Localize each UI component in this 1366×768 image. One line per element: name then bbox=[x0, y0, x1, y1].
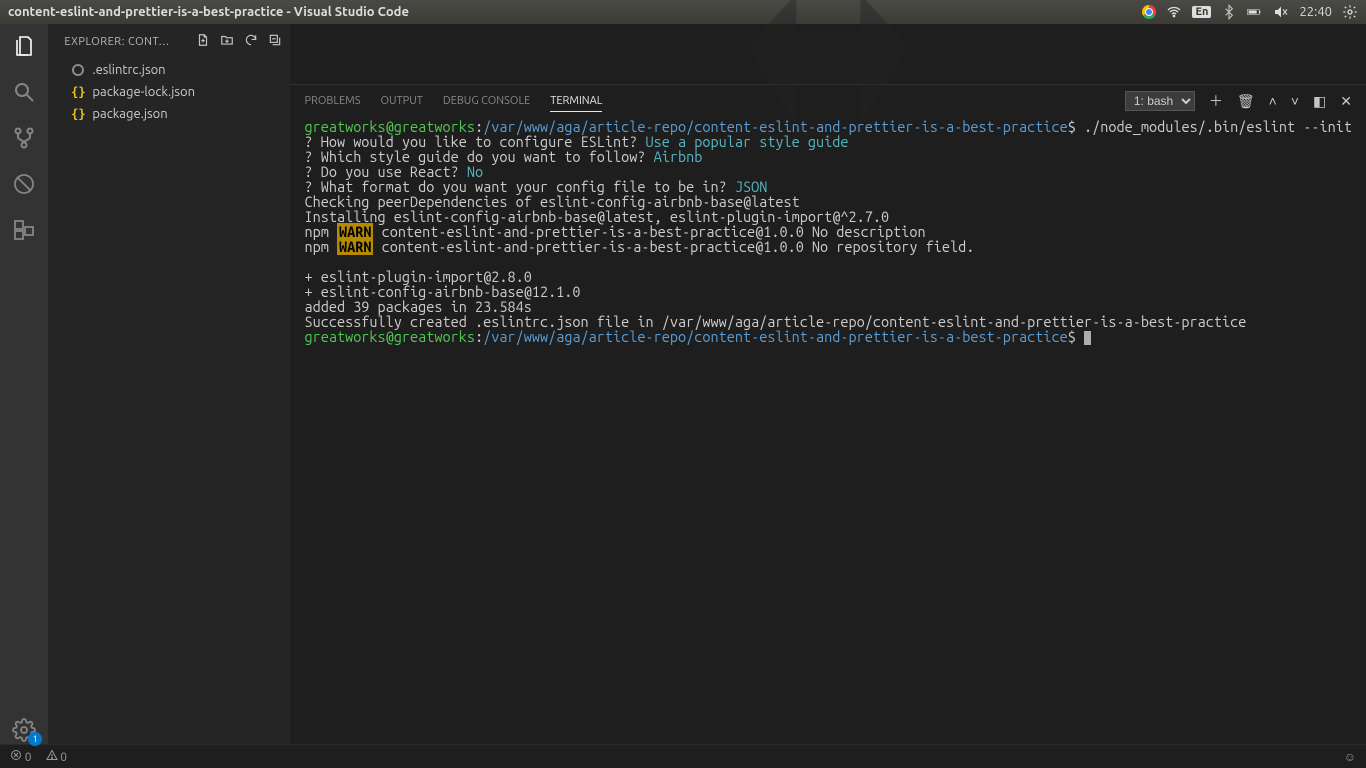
source-control-icon[interactable] bbox=[10, 124, 38, 152]
tab-problems[interactable]: PROBLEMS bbox=[304, 91, 360, 111]
explorer-icon[interactable] bbox=[10, 32, 38, 60]
settings-badge-count: 1 bbox=[28, 732, 42, 746]
clock[interactable]: 22:40 bbox=[1299, 5, 1332, 19]
os-titlebar: content-eslint-and-prettier-is-a-best-pr… bbox=[0, 0, 1366, 24]
json-icon: {} bbox=[70, 106, 86, 122]
search-icon[interactable] bbox=[10, 78, 38, 106]
panel-tabs: PROBLEMS OUTPUT DEBUG CONSOLE TERMINAL 1… bbox=[290, 85, 1366, 117]
status-warnings[interactable]: 0 bbox=[46, 749, 68, 764]
maximize-panel-icon[interactable]: ˄ bbox=[1269, 93, 1277, 109]
activity-bar: 1 bbox=[0, 24, 48, 744]
split-terminal-icon[interactable]: ◧ bbox=[1313, 93, 1326, 110]
file-item[interactable]: {} package.json bbox=[48, 103, 290, 125]
terminal-cursor bbox=[1084, 331, 1091, 345]
new-folder-icon[interactable] bbox=[220, 33, 234, 50]
editor-area: PROBLEMS OUTPUT DEBUG CONSOLE TERMINAL 1… bbox=[290, 24, 1366, 744]
file-name: package-lock.json bbox=[92, 85, 195, 99]
toggle-panel-icon[interactable]: ˅ bbox=[1291, 93, 1299, 109]
empty-editor-background bbox=[290, 24, 1366, 84]
terminal-output[interactable]: greatworks@greatworks:/var/www/aga/artic… bbox=[290, 117, 1366, 744]
json-icon: {} bbox=[70, 84, 86, 100]
tab-debug-console[interactable]: DEBUG CONSOLE bbox=[443, 91, 530, 111]
kill-terminal-icon[interactable]: 🗑 bbox=[1237, 93, 1255, 110]
bluetooth-icon[interactable] bbox=[1221, 4, 1237, 20]
collapse-all-icon[interactable] bbox=[268, 33, 282, 50]
file-item[interactable]: {} package-lock.json bbox=[48, 81, 290, 103]
window-title: content-eslint-and-prettier-is-a-best-pr… bbox=[8, 5, 409, 19]
explorer-title: EXPLORER: CONT… bbox=[64, 36, 196, 48]
file-name: package.json bbox=[92, 107, 167, 121]
volume-icon[interactable] bbox=[1273, 4, 1289, 20]
chrome-icon[interactable] bbox=[1142, 5, 1156, 19]
status-bar: 0 0 ☺ bbox=[0, 744, 1366, 768]
eslint-icon bbox=[70, 62, 86, 78]
tab-terminal[interactable]: TERMINAL bbox=[550, 91, 602, 112]
explorer-sidebar: EXPLORER: CONT… .eslintrc.json {} package-… bbox=[48, 24, 290, 744]
close-panel-icon[interactable]: ✕ bbox=[1340, 93, 1352, 110]
file-item[interactable]: .eslintrc.json bbox=[48, 59, 290, 81]
debug-icon[interactable] bbox=[10, 170, 38, 198]
keyboard-lang[interactable]: En bbox=[1192, 6, 1211, 18]
new-file-icon[interactable] bbox=[196, 33, 210, 50]
bottom-panel: PROBLEMS OUTPUT DEBUG CONSOLE TERMINAL 1… bbox=[290, 84, 1366, 744]
new-terminal-icon[interactable]: ＋ bbox=[1209, 91, 1223, 111]
tab-output[interactable]: OUTPUT bbox=[381, 91, 423, 111]
gear-icon[interactable] bbox=[1342, 4, 1358, 20]
battery-icon[interactable] bbox=[1247, 4, 1263, 20]
wifi-icon[interactable] bbox=[1166, 4, 1182, 20]
extensions-icon[interactable] bbox=[10, 216, 38, 244]
explorer-header: EXPLORER: CONT… bbox=[48, 24, 290, 59]
status-feedback-icon[interactable]: ☺ bbox=[1344, 750, 1356, 764]
file-name: .eslintrc.json bbox=[92, 63, 165, 77]
settings-gear-icon[interactable]: 1 bbox=[10, 716, 38, 744]
status-errors[interactable]: 0 bbox=[10, 749, 32, 764]
terminal-selector[interactable]: 1: bash bbox=[1125, 91, 1195, 111]
system-tray: En 22:40 bbox=[1142, 4, 1358, 20]
refresh-icon[interactable] bbox=[244, 33, 258, 50]
